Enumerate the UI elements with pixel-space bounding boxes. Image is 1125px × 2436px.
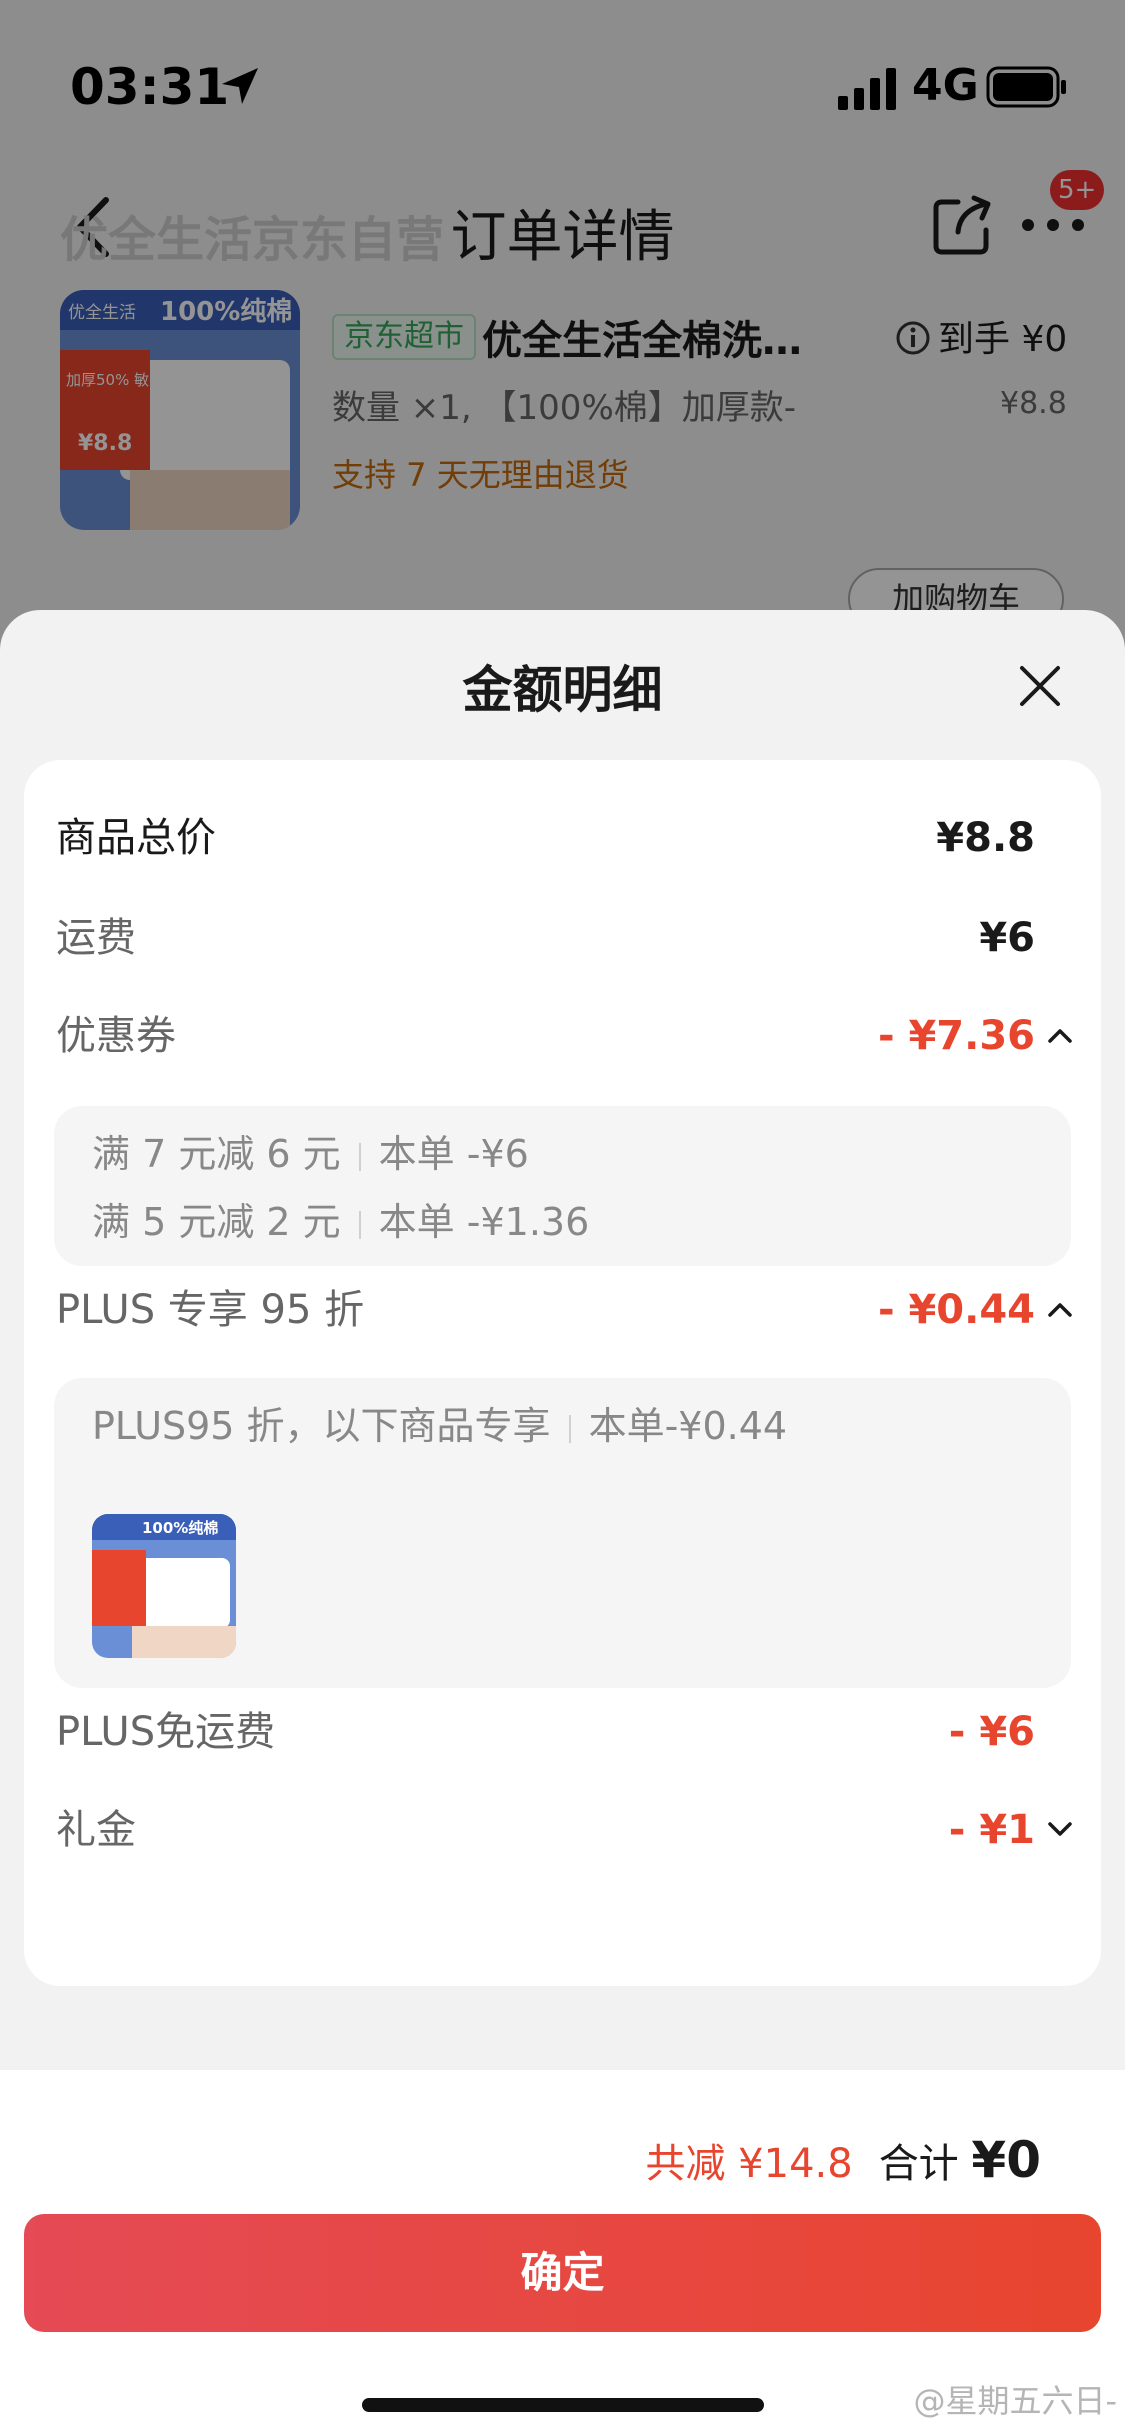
row-plus-discount[interactable]: PLUS 专享 95 折 - ¥0.44 [24, 1280, 1101, 1340]
row-label: 礼金 [56, 1807, 136, 1853]
plus-detail-box: PLUS95 折，以下商品专享 本单-¥0.44 100%纯棉 [54, 1378, 1071, 1688]
separator [568, 1414, 571, 1443]
total-reduce: 共减 ¥14.8 [645, 2141, 853, 2187]
chevron-up-icon[interactable] [1047, 1026, 1073, 1044]
sum-value: ¥0 [971, 2131, 1041, 2189]
row-coupon[interactable]: 优惠券 - ¥7.36 [24, 1006, 1101, 1066]
row-value: - ¥1 [948, 1807, 1035, 1853]
row-label: 商品总价 [56, 815, 216, 861]
close-icon[interactable] [1016, 662, 1064, 710]
watermark: @星期五六日- [913, 2382, 1117, 2420]
row-label: 优惠券 [56, 1013, 176, 1059]
row-label: PLUS 专享 95 折 [56, 1287, 365, 1333]
separator [358, 1210, 361, 1239]
sheet-footer: 共减 ¥14.8 合计 ¥0 确定 @星期五六日- [0, 2070, 1125, 2436]
sum-label: 合计 [878, 2141, 959, 2187]
row-value: ¥8.8 [936, 815, 1035, 861]
thumb-badge: 100%纯棉 [142, 1519, 218, 1537]
plus-amount: 本单-¥0.44 [588, 1404, 788, 1448]
row-value: - ¥6 [948, 1709, 1035, 1755]
sheet-title: 金额明细 [462, 661, 663, 719]
row-label: 运费 [56, 915, 136, 961]
total-line: 共减 ¥14.8 合计 ¥0 [645, 2130, 1041, 2194]
plus-detail-line: PLUS95 折，以下商品专享 本单-¥0.44 [92, 1396, 787, 1456]
product-thumbnail[interactable]: 100%纯棉 [92, 1514, 236, 1658]
row-shipping: 运费 ¥6 [24, 908, 1101, 968]
coupon-amount: 本单 -¥6 [378, 1132, 529, 1176]
amount-card: 商品总价 ¥8.8 运费 ¥6 优惠券 - ¥7.36 满 7 元减 6 元本单… [24, 760, 1101, 1986]
chevron-down-icon[interactable] [1047, 1820, 1073, 1838]
coupon-rule: 满 7 元减 6 元 [92, 1132, 341, 1176]
row-value: ¥6 [979, 915, 1035, 961]
chevron-up-icon[interactable] [1047, 1300, 1073, 1318]
plus-rule: PLUS95 折，以下商品专享 [92, 1404, 551, 1448]
row-goods-total: 商品总价 ¥8.8 [24, 808, 1101, 868]
home-indicator [362, 2398, 764, 2412]
coupon-item: 满 5 元减 2 元本单 -¥1.36 [92, 1192, 589, 1252]
coupon-detail-box: 满 7 元减 6 元本单 -¥6 满 5 元减 2 元本单 -¥1.36 [54, 1106, 1071, 1266]
row-value: - ¥7.36 [877, 1013, 1035, 1059]
coupon-rule: 满 5 元减 2 元 [92, 1200, 341, 1244]
row-gift-money[interactable]: 礼金 - ¥1 [24, 1800, 1101, 1860]
coupon-amount: 本单 -¥1.36 [378, 1200, 590, 1244]
coupon-item: 满 7 元减 6 元本单 -¥6 [92, 1124, 529, 1184]
row-plus-free-shipping: PLUS免运费 - ¥6 [24, 1702, 1101, 1762]
separator [358, 1142, 361, 1171]
row-value: - ¥0.44 [877, 1287, 1035, 1333]
row-label: PLUS免运费 [56, 1709, 276, 1755]
confirm-button[interactable]: 确定 [24, 2214, 1101, 2332]
